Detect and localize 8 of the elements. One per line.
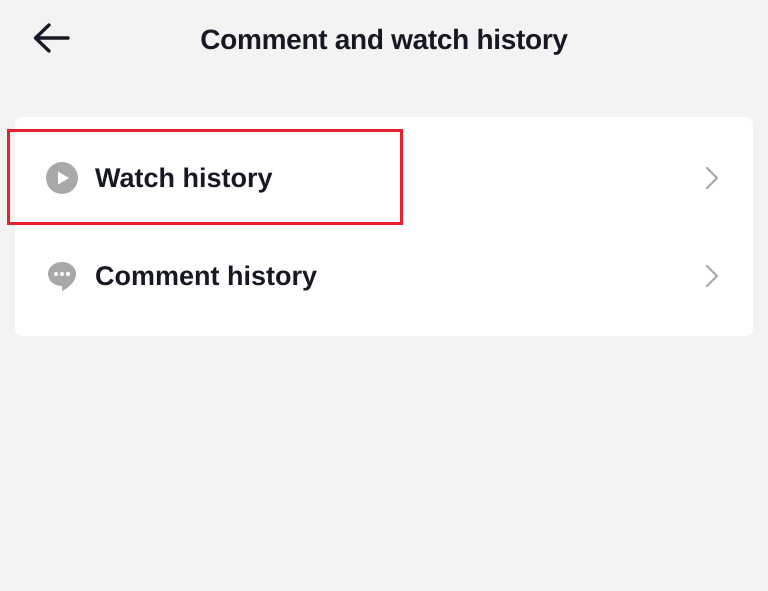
chevron-icon [705,264,719,288]
menu-item[interactable]: Watch history [95,158,705,198]
chevron-icon [705,166,719,190]
back-button[interactable] [32,22,70,54]
comment-icon [46,260,78,292]
play-icon [46,162,78,194]
menu-item[interactable]: Comment history [95,256,705,296]
page-title: Comment and watch history [200,23,568,57]
